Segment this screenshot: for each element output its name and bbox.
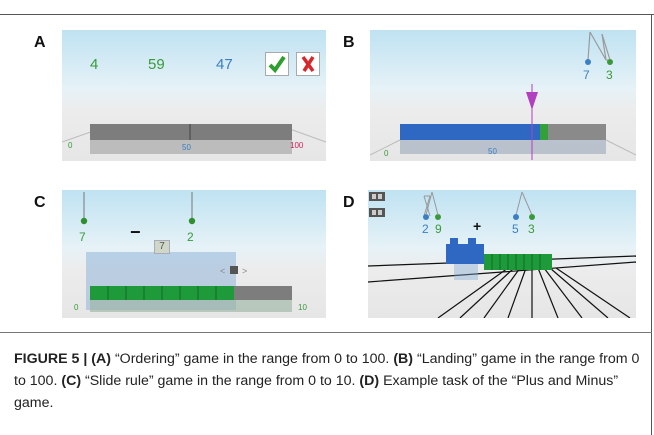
blue-progress-bar	[400, 124, 540, 140]
digit-tens: 7	[583, 68, 590, 82]
svg-text:0: 0	[74, 303, 79, 312]
svg-text:10: 10	[298, 303, 307, 312]
pair2-digit2: 3	[528, 222, 535, 236]
cross-icon[interactable]	[296, 52, 320, 76]
panel-b-landing-game: 0 50 7 3	[370, 30, 636, 161]
svg-text:100: 100	[290, 141, 304, 150]
caption-c-label: (C)	[61, 373, 82, 389]
caption-divider	[0, 332, 652, 333]
digit-right: 2	[187, 230, 194, 244]
panel-a-ordering-game: 0 50 100 4 59 47	[62, 30, 326, 161]
caption-b-label: (B)	[393, 351, 414, 367]
caption-figure-label: FIGURE 5 |	[14, 351, 92, 367]
value-tile: 7	[154, 240, 170, 254]
pair1-digit1: 2	[422, 222, 429, 236]
digit-ones: 3	[606, 68, 613, 82]
panel-c-letter: C	[34, 194, 46, 211]
score-icon-1	[369, 192, 385, 201]
pair2-digit1: 5	[512, 222, 519, 236]
panel-b-letter: B	[343, 34, 355, 51]
number-card-1[interactable]: 4	[90, 56, 98, 73]
caption-a-text: “Ordering” game in the range from 0 to 1…	[111, 351, 394, 367]
panel-c-scene: < > 0 10	[74, 192, 307, 312]
check-icon[interactable]	[265, 52, 289, 76]
svg-text:50: 50	[488, 147, 497, 156]
svg-text:0: 0	[68, 141, 73, 150]
caption-c-text: “Slide rule” game in the range from 0 to…	[81, 373, 360, 389]
svg-text:<: <	[220, 266, 225, 276]
caption-d-label: (D)	[359, 373, 380, 389]
svg-text:>: >	[242, 266, 247, 276]
panel-d-plus-minus-game: 2 9 5 3 +	[368, 190, 636, 318]
svg-text:0: 0	[384, 149, 389, 158]
blue-block-group[interactable]	[446, 244, 484, 264]
panel-d-scene	[368, 191, 636, 318]
minus-sign: −	[130, 222, 141, 242]
figure-top-rule	[0, 14, 654, 15]
landing-pointer[interactable]	[526, 92, 538, 110]
figure-caption: FIGURE 5 | (A) “Ordering” game in the ra…	[14, 348, 644, 414]
caption-a-label: (A)	[91, 351, 111, 367]
number-card-3[interactable]: 47	[216, 56, 233, 73]
panel-a-letter: A	[34, 34, 46, 51]
panel-c-slide-rule-game: < > 0 10 7 2 − 7	[62, 190, 326, 318]
number-line-bar	[90, 124, 292, 140]
digit-left: 7	[79, 230, 86, 244]
pair1-digit2: 9	[435, 222, 442, 236]
green-block-group[interactable]	[484, 254, 552, 270]
svg-text:50: 50	[182, 143, 191, 152]
panel-a-scene: 0 50 100	[62, 124, 326, 154]
score-icon-2	[369, 208, 385, 217]
panel-d-letter: D	[343, 194, 355, 211]
plus-sign: +	[473, 218, 482, 234]
panel-b-scene: 0 50	[370, 31, 636, 160]
figure-right-rule	[651, 14, 652, 435]
slider-handle[interactable]	[230, 266, 238, 274]
number-card-2[interactable]: 59	[148, 56, 165, 73]
